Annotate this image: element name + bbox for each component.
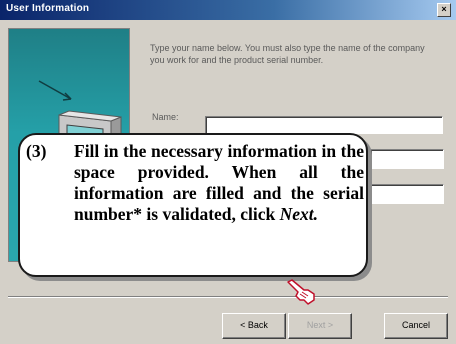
instructions-text: Type your name below. You must also type… <box>150 43 425 65</box>
name-label: Name: <box>152 112 179 122</box>
callout-body: Fill in the necessary information in the… <box>74 141 364 225</box>
divider <box>8 296 448 298</box>
title-bar: User Information × <box>0 0 456 20</box>
close-button[interactable]: × <box>437 3 451 17</box>
pointing-hand-icon <box>287 279 315 305</box>
callout-body-text: Fill in the necessary information in the… <box>74 141 364 224</box>
instruction-callout: (3) Fill in the necessary information in… <box>18 133 368 277</box>
user-information-dialog: User Information × Type your name below.… <box>0 0 456 344</box>
next-button[interactable]: Next > <box>288 313 352 339</box>
name-field[interactable] <box>205 116 443 134</box>
window-title: User Information <box>6 3 90 14</box>
cancel-button[interactable]: Cancel <box>384 313 448 339</box>
callout-step-number: (3) <box>26 141 47 161</box>
back-button[interactable]: < Back <box>222 313 286 339</box>
serial-number-field[interactable] <box>370 184 444 204</box>
callout-next-emphasis: Next. <box>279 204 319 224</box>
company-field[interactable] <box>370 149 444 169</box>
